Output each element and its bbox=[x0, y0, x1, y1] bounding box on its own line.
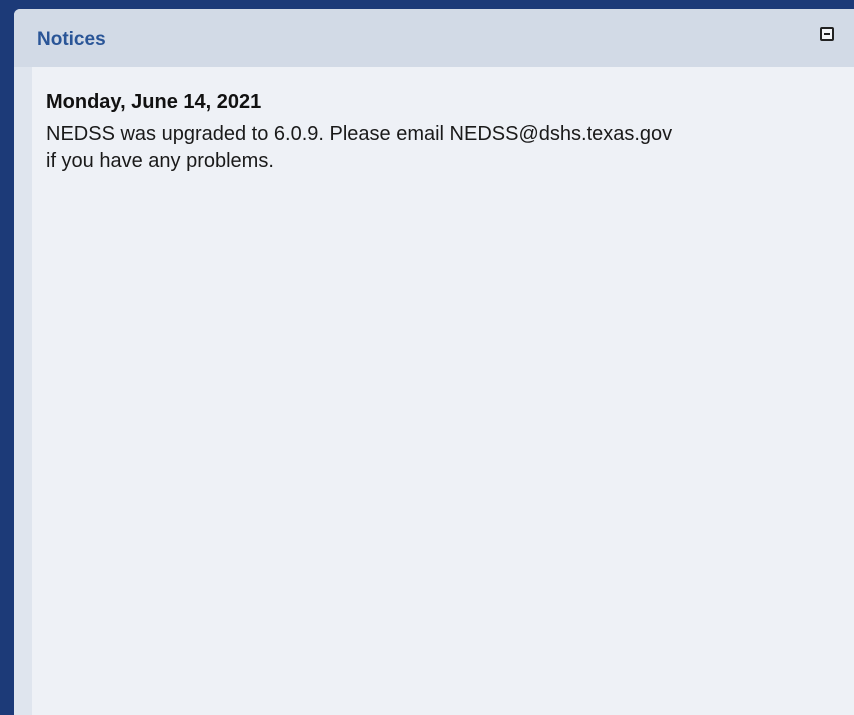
collapse-icon-bar bbox=[824, 33, 830, 35]
notice-date: Monday, June 14, 2021 bbox=[46, 91, 262, 113]
collapse-icon[interactable] bbox=[820, 27, 834, 41]
notice-message: NEDSS was upgraded to 6.0.9. Please emai… bbox=[46, 123, 673, 172]
notices-panel-header: Notices bbox=[14, 9, 854, 67]
notices-body: Monday, June 14, 2021 NEDSS was upgraded… bbox=[32, 67, 854, 715]
notices-panel: Notices Monday, June 14, 2021 NEDSS was … bbox=[14, 9, 854, 715]
notices-title: Notices bbox=[37, 29, 106, 50]
